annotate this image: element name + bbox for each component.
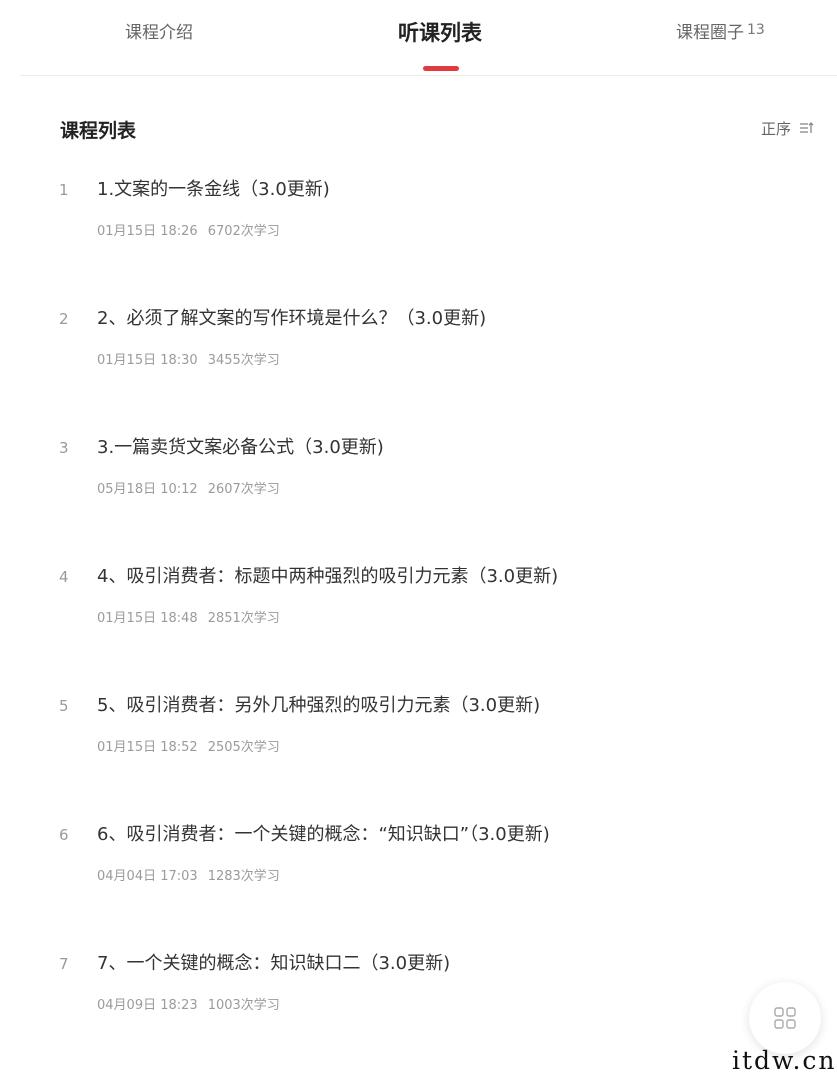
lesson-title: 2、必须了解文案的写作环境是什么？（3.0更新) (97, 308, 487, 329)
lesson-item[interactable]: 1 1.文案的一条金线（3.0更新) 01月15日 18:26 6702次学习 (0, 178, 837, 278)
lesson-item[interactable]: 6 6、吸引消费者：一个关键的概念：“知识缺口”（3.0更新) 04月04日 1… (0, 823, 837, 923)
lesson-index: 4 (59, 568, 69, 586)
lesson-title: 3.一篇卖货文案必备公式（3.0更新) (97, 437, 384, 458)
lesson-views: 1283次学习 (207, 869, 280, 884)
lesson-item[interactable]: 5 5、吸引消费者：另外几种强烈的吸引力元素（3.0更新) 01月15日 18:… (0, 694, 837, 794)
lesson-date: 01月15日 18:30 (97, 353, 198, 368)
lesson-index: 7 (59, 955, 69, 973)
lesson-title: 7、一个关键的概念：知识缺口二（3.0更新) (97, 953, 451, 974)
lesson-meta: 04月04日 17:03 1283次学习 (97, 865, 280, 884)
lesson-item[interactable]: 7 7、一个关键的概念：知识缺口二（3.0更新) 04月09日 18:23 100… (0, 952, 837, 1052)
lesson-date: 05月18日 10:12 (97, 482, 198, 497)
section-title: 课程列表 (60, 120, 137, 142)
lesson-meta: 01月15日 18:30 3455次学习 (97, 349, 280, 368)
course-page: 课程介绍 听课列表 课程圈子 13 课程列表 正序 1 1.文案的一条金线（3.0… (0, 0, 837, 1073)
lesson-index: 5 (59, 697, 69, 715)
lesson-views: 2607次学习 (207, 482, 280, 497)
lesson-meta: 01月15日 18:52 2505次学习 (97, 736, 280, 755)
floating-menu-button[interactable] (749, 982, 821, 1054)
lesson-date: 01月15日 18:52 (97, 740, 198, 755)
lesson-item[interactable]: 4 4、吸引消费者：标题中两种强烈的吸引力元素（3.0更新) 01月15日 18… (0, 565, 837, 665)
tab-count-badge: 13 (747, 22, 765, 38)
lesson-meta: 04月09日 18:23 1003次学习 (97, 994, 280, 1013)
lesson-index: 2 (59, 310, 69, 328)
lesson-index: 6 (59, 826, 69, 844)
lesson-title: 1.文案的一条金线（3.0更新) (97, 179, 330, 200)
lesson-item[interactable]: 3 3.一篇卖货文案必备公式（3.0更新) 05月18日 10:12 2607次学… (0, 436, 837, 536)
lesson-views: 3455次学习 (207, 353, 280, 368)
lesson-index: 3 (59, 439, 69, 457)
lesson-date: 04月04日 17:03 (97, 869, 198, 884)
lesson-item[interactable]: 2 2、必须了解文案的写作环境是什么？（3.0更新) 01月15日 18:30 3… (0, 307, 837, 407)
lesson-meta: 01月15日 18:48 2851次学习 (97, 607, 280, 626)
lesson-title: 4、吸引消费者：标题中两种强烈的吸引力元素（3.0更新) (97, 566, 559, 587)
tab-label: 听课列表 (398, 21, 482, 45)
lesson-title: 5、吸引消费者：另外几种强烈的吸引力元素（3.0更新) (97, 695, 541, 716)
lesson-views: 2851次学习 (207, 611, 280, 626)
tab-label: 课程介绍 (125, 23, 193, 43)
tab-bar: 课程介绍 听课列表 课程圈子 13 (20, 0, 837, 76)
lesson-title: 6、吸引消费者：一个关键的概念：“知识缺口”（3.0更新) (97, 824, 550, 845)
watermark-text: itdw.cn (732, 1046, 837, 1073)
lesson-date: 01月15日 18:26 (97, 224, 198, 239)
sort-toggle-button[interactable]: 正序 (761, 118, 814, 139)
tab-lesson-list[interactable]: 听课列表 (398, 20, 482, 46)
grid-icon (774, 1007, 796, 1029)
sort-label: 正序 (761, 120, 792, 138)
lesson-date: 01月15日 18:48 (97, 611, 198, 626)
lesson-meta: 05月18日 10:12 2607次学习 (97, 478, 280, 497)
tab-label: 课程圈子 (676, 23, 744, 43)
lesson-date: 04月09日 18:23 (97, 998, 198, 1013)
lesson-index: 1 (59, 181, 69, 199)
lesson-views: 1003次学习 (207, 998, 280, 1013)
lesson-meta: 01月15日 18:26 6702次学习 (97, 220, 280, 239)
active-tab-indicator (423, 66, 459, 71)
sort-icon (799, 122, 814, 138)
lesson-views: 6702次学习 (207, 224, 280, 239)
tab-course-intro[interactable]: 课程介绍 (125, 20, 193, 46)
lesson-views: 2505次学习 (207, 740, 280, 755)
tab-course-circle[interactable]: 课程圈子 13 (676, 20, 765, 46)
